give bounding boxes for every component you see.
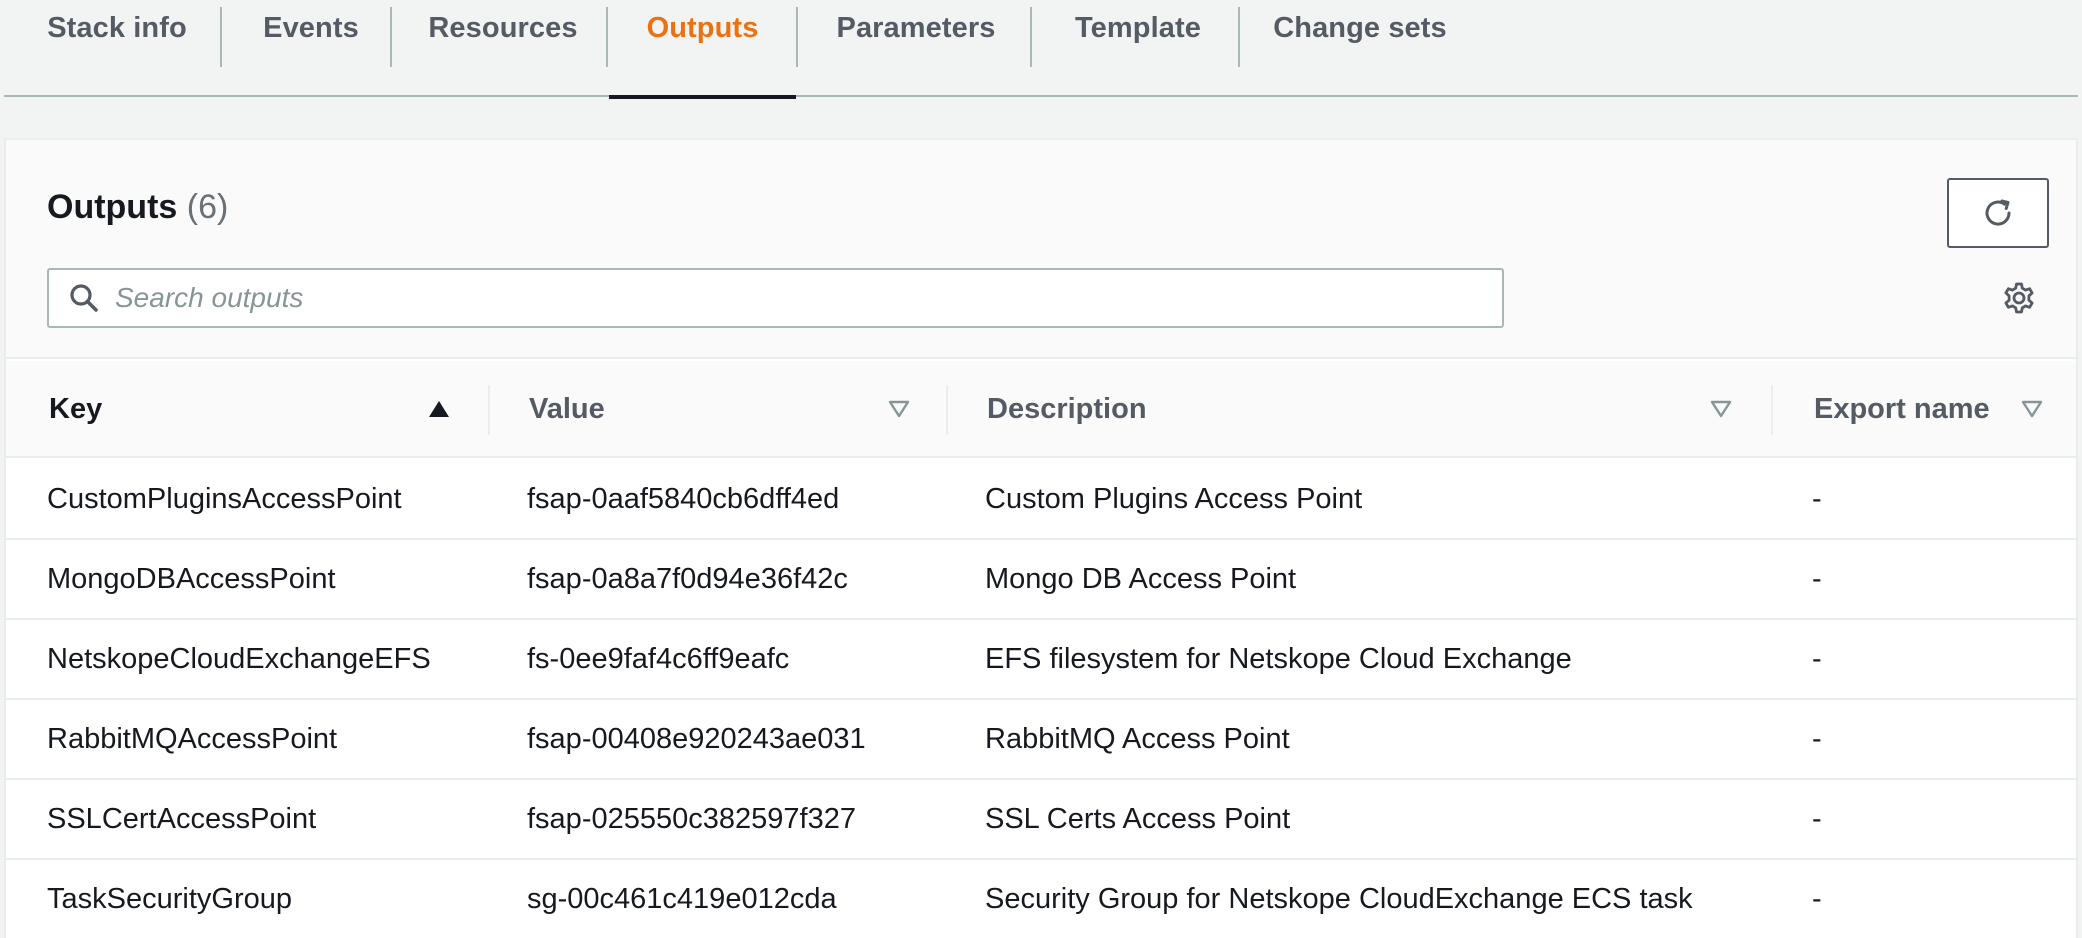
tab-divider <box>220 7 222 67</box>
column-divider <box>1771 385 1773 435</box>
tab-label: Resources <box>428 12 578 44</box>
tab-label: Outputs <box>646 12 759 44</box>
tab-label: Stack info <box>47 12 187 44</box>
outputs-count: (6) <box>186 188 229 226</box>
sort-icon[interactable] <box>1710 399 1732 419</box>
column-header-description[interactable]: Description <box>987 361 1147 458</box>
column-header-value[interactable]: Value <box>529 361 605 458</box>
column-header-label: Export name <box>1814 393 1990 425</box>
table-row: SSLCertAccessPoint fsap-025550c382597f32… <box>6 780 2076 860</box>
page-title: Outputs (6) <box>47 188 228 227</box>
cell-value: fsap-00408e920243ae031 <box>527 722 866 755</box>
tab-divider <box>1030 7 1032 67</box>
gear-icon <box>2004 282 2034 314</box>
tab-label: Events <box>263 12 359 44</box>
tab-template[interactable]: Template <box>1040 0 1236 97</box>
cell-description: Mongo DB Access Point <box>985 562 1297 595</box>
cell-value: fs-0ee9faf4c6ff9eafc <box>527 642 790 675</box>
outputs-container: Outputs (6) Search outputs Key Value Des… <box>4 138 2078 938</box>
search-box <box>47 268 1504 328</box>
tab-divider <box>606 7 608 67</box>
tab-divider <box>390 7 392 67</box>
outputs-header: Outputs (6) <box>6 140 2076 359</box>
table-row: NetskopeCloudExchangeEFS fs-0ee9faf4c6ff… <box>6 620 2076 700</box>
table-header: Key Value Description Export name <box>6 361 2076 458</box>
refresh-icon <box>1985 199 2011 226</box>
column-header-label: Description <box>987 393 1147 425</box>
cell-value: fsap-0aaf5840cb6dff4ed <box>527 482 840 515</box>
tab-outputs[interactable]: Outputs <box>609 0 796 99</box>
cell-key: SSLCertAccessPoint <box>47 802 317 835</box>
column-divider <box>946 385 948 435</box>
cell-key: NetskopeCloudExchangeEFS <box>47 642 431 675</box>
tab-label: Template <box>1075 12 1201 44</box>
cell-export-name: - <box>1812 562 1822 595</box>
tab-divider <box>1238 7 1240 67</box>
sort-ascending-icon[interactable] <box>428 399 450 419</box>
column-header-export-name[interactable]: Export name <box>1814 361 1990 458</box>
sort-icon[interactable] <box>888 399 910 419</box>
cell-export-name: - <box>1812 802 1822 835</box>
tab-resources[interactable]: Resources <box>400 0 606 97</box>
tab-events[interactable]: Events <box>230 0 392 97</box>
table-body: CustomPluginsAccessPoint fsap-0aaf5840cb… <box>6 460 2076 938</box>
settings-button[interactable] <box>1999 278 2039 318</box>
cell-key: RabbitMQAccessPoint <box>47 722 338 755</box>
cell-export-name: - <box>1812 722 1822 755</box>
cell-description: SSL Certs Access Point <box>985 802 1291 835</box>
tab-parameters[interactable]: Parameters <box>804 0 1028 97</box>
tab-label: Parameters <box>836 12 996 44</box>
cell-export-name: - <box>1812 482 1822 515</box>
table-row: MongoDBAccessPoint fsap-0a8a7f0d94e36f42… <box>6 540 2076 620</box>
cell-key: CustomPluginsAccessPoint <box>47 482 402 515</box>
column-header-label: Key <box>49 393 103 425</box>
cell-value: sg-00c461c419e012cda <box>527 882 837 915</box>
table-row: TaskSecurityGroup sg-00c461c419e012cda S… <box>6 860 2076 938</box>
cell-description: EFS filesystem for Netskope Cloud Exchan… <box>985 642 1572 675</box>
cell-value: fsap-0a8a7f0d94e36f42c <box>527 562 848 595</box>
tab-stack-info[interactable]: Stack info <box>22 0 212 97</box>
tab-label: Change sets <box>1273 12 1447 44</box>
cell-export-name: - <box>1812 642 1822 675</box>
cell-description: Security Group for Netskope CloudExchang… <box>985 882 1693 915</box>
cell-description: RabbitMQ Access Point <box>985 722 1290 755</box>
cell-value: fsap-025550c382597f327 <box>527 802 856 835</box>
tab-change-sets[interactable]: Change sets <box>1248 0 1472 97</box>
cell-key: TaskSecurityGroup <box>47 882 292 915</box>
outputs-title-text: Outputs <box>47 188 178 226</box>
refresh-button[interactable] <box>1947 178 2049 248</box>
cell-key: MongoDBAccessPoint <box>47 562 336 595</box>
table-row: CustomPluginsAccessPoint fsap-0aaf5840cb… <box>6 460 2076 540</box>
column-header-label: Value <box>529 393 605 425</box>
cell-description: Custom Plugins Access Point <box>985 482 1363 515</box>
cell-export-name: - <box>1812 882 1822 915</box>
sort-icon[interactable] <box>2021 399 2043 419</box>
search-icon <box>70 284 98 312</box>
tab-divider <box>796 7 798 67</box>
tab-bar: Stack info Events Resources Outputs Para… <box>4 0 2078 99</box>
column-divider <box>488 385 490 435</box>
table-row: RabbitMQAccessPoint fsap-00408e920243ae0… <box>6 700 2076 780</box>
column-header-key[interactable]: Key <box>49 361 102 458</box>
search-input[interactable] <box>115 270 1495 326</box>
